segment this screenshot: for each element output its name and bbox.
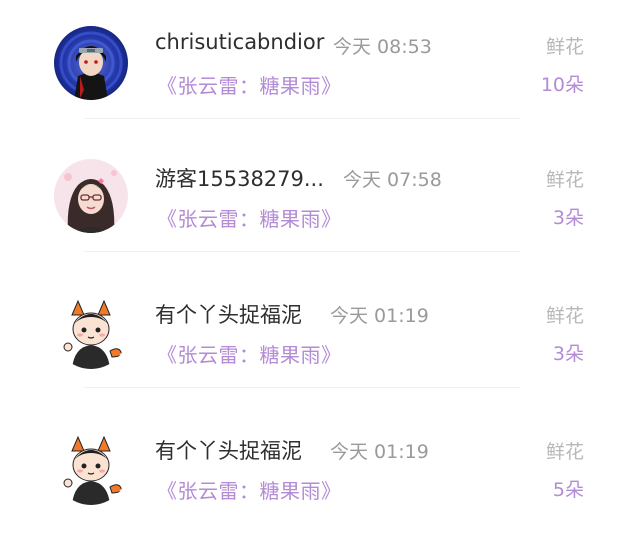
cartoon-fox-boy-avatar-icon[interactable] <box>54 295 128 369</box>
song-title-link[interactable]: 《张云雷：糖果雨》 <box>157 70 342 99</box>
username[interactable]: 游客15538279... <box>155 163 324 193</box>
gift-record-item[interactable]: 有个丫头捉福泥 今天 01:19 《张云雷：糖果雨》 鲜花 5朵 <box>0 405 640 536</box>
divider <box>84 251 520 252</box>
gift-type-label: 鲜花 <box>545 169 584 191</box>
gift-record-item[interactable]: 有个丫头捉福泥 今天 01:19 《张云雷：糖果雨》 鲜花 3朵 <box>0 269 640 404</box>
gift-count: 10朵 <box>540 74 584 96</box>
gift-record-item[interactable]: 游客15538279... 今天 07:58 《张云雷：糖果雨》 鲜花 3朵 <box>0 133 640 268</box>
timestamp: 今天 08:53 <box>333 36 432 58</box>
timestamp: 今天 01:19 <box>330 441 429 463</box>
timestamp: 今天 07:58 <box>343 169 442 191</box>
cartoon-fox-boy-avatar-icon[interactable] <box>54 431 128 505</box>
divider <box>84 387 520 388</box>
divider <box>84 118 520 119</box>
gift-count: 5朵 <box>552 479 584 501</box>
gift-type-label: 鲜花 <box>545 441 584 463</box>
anime-ninja-avatar-icon[interactable] <box>54 26 128 100</box>
song-title-link[interactable]: 《张云雷：糖果雨》 <box>157 475 342 504</box>
song-title-link[interactable]: 《张云雷：糖果雨》 <box>157 339 342 368</box>
gift-type-label: 鲜花 <box>545 36 584 58</box>
username[interactable]: chrisuticabndior <box>155 30 324 54</box>
gift-record-item[interactable]: chrisuticabndior 今天 08:53 《张云雷：糖果雨》 鲜花 1… <box>0 0 640 135</box>
username[interactable]: 有个丫头捉福泥 <box>155 299 302 329</box>
gift-count: 3朵 <box>552 343 584 365</box>
gift-record-list: chrisuticabndior 今天 08:53 《张云雷：糖果雨》 鲜花 1… <box>0 0 640 536</box>
woman-portrait-avatar-icon[interactable] <box>54 159 128 233</box>
gift-count: 3朵 <box>552 207 584 229</box>
song-title-link[interactable]: 《张云雷：糖果雨》 <box>157 203 342 232</box>
gift-type-label: 鲜花 <box>545 305 584 327</box>
timestamp: 今天 01:19 <box>330 305 429 327</box>
username[interactable]: 有个丫头捉福泥 <box>155 435 302 465</box>
